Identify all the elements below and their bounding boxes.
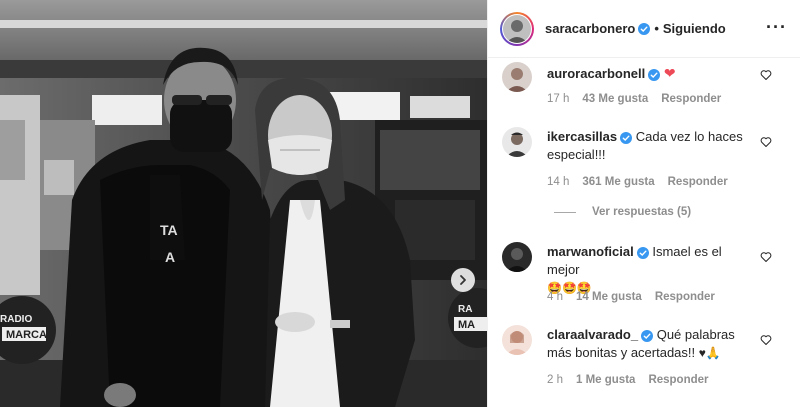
comment-time[interactable]: 14 h [547, 176, 569, 188]
svg-text:RA: RA [458, 304, 472, 315]
svg-text:RADIO: RADIO [0, 314, 32, 325]
like-heart-icon[interactable] [760, 334, 772, 346]
following-button[interactable]: Siguiendo [663, 21, 726, 36]
author-avatar[interactable] [500, 12, 534, 46]
verified-badge-icon [620, 131, 633, 144]
view-replies-button[interactable]: Ver respuestas (5) [554, 206, 691, 218]
author-avatar-image [503, 15, 531, 43]
verified-badge-icon [638, 22, 651, 35]
comment-meta: 14 h 361 Me gusta Responder [547, 176, 728, 188]
comment-text-block: marwanoficial Ismael es el mejor 🤩🤩🤩 [547, 243, 757, 297]
comment-emoji: ❤ [663, 65, 676, 81]
comment-text-block: claraalvarado_ Qué palabras más bonitas … [547, 326, 757, 362]
comment-meta: 4 h 14 Me gusta Responder [547, 291, 715, 303]
commenter-avatar[interactable] [502, 127, 532, 157]
comment-likes[interactable]: 361 Me gusta [582, 176, 654, 188]
verified-badge-icon [636, 246, 649, 259]
commenter-avatar-image [502, 242, 532, 272]
verified-badge-icon [648, 68, 661, 81]
like-heart-icon[interactable] [760, 69, 772, 81]
reply-button[interactable]: Responder [648, 374, 708, 386]
next-photo-button[interactable] [451, 268, 475, 292]
separator-dot: • [654, 21, 659, 36]
reply-button[interactable]: Responder [655, 291, 715, 303]
reply-button[interactable]: Responder [668, 176, 728, 188]
comment-likes[interactable]: 14 Me gusta [576, 291, 642, 303]
commenter-avatar-image [502, 325, 532, 355]
like-heart-icon[interactable] [760, 251, 772, 263]
comment-likes[interactable]: 43 Me gusta [582, 93, 648, 105]
comment-username[interactable]: auroracarbonell [547, 66, 645, 81]
comment-time[interactable]: 17 h [547, 93, 569, 105]
comments-panel: saracarbonero • Siguiendo ··· auroracarb… [487, 0, 800, 407]
svg-text:MA: MA [458, 319, 475, 331]
comment-text-block: auroracarbonell ❤ [547, 64, 757, 83]
author-username[interactable]: saracarbonero [545, 21, 635, 36]
comment-emoji: ♥🙏 [698, 346, 721, 360]
reply-button[interactable]: Responder [661, 93, 721, 105]
replies-divider [554, 211, 576, 213]
commenter-avatar[interactable] [502, 62, 532, 92]
post-photo[interactable]: RADIO MARCA RA MA TA A [0, 0, 487, 407]
view-replies-label: Ver respuestas (5) [592, 206, 692, 218]
svg-text:A: A [165, 249, 175, 265]
comment-username[interactable]: ikercasillas [547, 129, 617, 144]
like-heart-icon[interactable] [760, 136, 772, 148]
comment-username[interactable]: marwanoficial [547, 244, 634, 259]
commenter-avatar[interactable] [502, 242, 532, 272]
photo-illustration: RADIO MARCA RA MA TA A [0, 0, 487, 407]
comment-time[interactable]: 2 h [547, 374, 563, 386]
comment-text-block: ikercasillas Cada vez lo haces especial!… [547, 128, 757, 164]
commenter-avatar[interactable] [502, 325, 532, 355]
post-header: saracarbonero • Siguiendo ··· [488, 0, 800, 58]
commenter-avatar-image [502, 127, 532, 157]
svg-text:MARCA: MARCA [6, 329, 47, 341]
commenter-avatar-image [502, 62, 532, 92]
comment-meta: 2 h 1 Me gusta Responder [547, 374, 709, 386]
svg-text:TA: TA [160, 222, 178, 238]
comment-username[interactable]: claraalvarado_ [547, 327, 638, 342]
comment-time[interactable]: 4 h [547, 291, 563, 303]
chevron-right-icon [460, 275, 466, 285]
verified-badge-icon [641, 329, 654, 342]
comment-likes[interactable]: 1 Me gusta [576, 374, 635, 386]
comment-meta: 17 h 43 Me gusta Responder [547, 93, 721, 105]
more-options-button[interactable]: ··· [766, 18, 787, 36]
